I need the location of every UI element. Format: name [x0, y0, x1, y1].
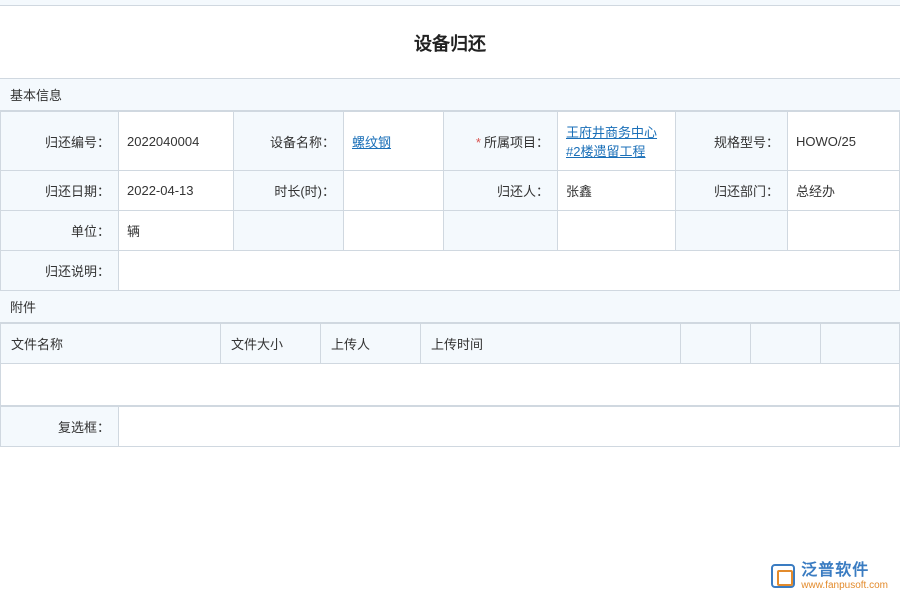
value-project[interactable]: 王府井商务中心 #2楼遗留工程 — [558, 112, 676, 171]
empty-label-2 — [444, 211, 558, 251]
value-returner: 张鑫 — [558, 171, 676, 211]
basic-info-table: 归还编号： 2022040004 设备名称： 螺纹钢 *所属项目： 王府井商务中… — [0, 111, 900, 291]
project-link-line2[interactable]: #2楼遗留工程 — [566, 144, 645, 159]
brand-logo-icon — [771, 564, 795, 588]
col-extra-3 — [821, 324, 900, 364]
col-file-size: 文件大小 — [221, 324, 321, 364]
value-return-date: 2022-04-13 — [119, 171, 234, 211]
col-extra-1 — [681, 324, 751, 364]
checkbox-table: 复选框： — [0, 406, 900, 447]
col-upload-time: 上传时间 — [421, 324, 681, 364]
empty-value-2 — [558, 211, 676, 251]
empty-label-3 — [676, 211, 788, 251]
attachments-empty-row — [1, 364, 900, 406]
label-return-date: 归还日期： — [1, 171, 119, 211]
value-return-dept: 总经办 — [788, 171, 900, 211]
project-link-line1[interactable]: 王府井商务中心 — [566, 125, 657, 140]
label-duration: 时长(时)： — [234, 171, 344, 211]
section-attachments: 附件 — [0, 291, 900, 323]
empty-value-3 — [788, 211, 900, 251]
brand-url: www.fanpusoft.com — [801, 580, 888, 592]
section-basic-info: 基本信息 — [0, 78, 900, 111]
value-return-no: 2022040004 — [119, 112, 234, 171]
col-file-name: 文件名称 — [1, 324, 221, 364]
page-title: 设备归还 — [0, 6, 900, 78]
label-returner: 归还人： — [444, 171, 558, 211]
label-return-dept: 归还部门： — [676, 171, 788, 211]
attachments-table: 文件名称 文件大小 上传人 上传时间 — [0, 323, 900, 406]
label-equip-name: 设备名称： — [234, 112, 344, 171]
required-mark: * — [476, 135, 481, 150]
label-return-no: 归还编号： — [1, 112, 119, 171]
brand-name: 泛普软件 — [801, 561, 888, 580]
label-return-desc: 归还说明： — [1, 251, 119, 291]
label-project: *所属项目： — [444, 112, 558, 171]
label-spec: 规格型号： — [676, 112, 788, 171]
value-spec: HOWO/25 — [788, 112, 900, 171]
label-unit: 单位： — [1, 211, 119, 251]
col-extra-2 — [751, 324, 821, 364]
value-return-desc — [119, 251, 900, 291]
empty-label-1 — [234, 211, 344, 251]
value-duration — [344, 171, 444, 211]
value-checkbox — [119, 407, 900, 447]
label-checkbox: 复选框： — [1, 407, 119, 447]
value-unit: 辆 — [119, 211, 234, 251]
empty-value-1 — [344, 211, 444, 251]
equip-name-link[interactable]: 螺纹钢 — [352, 135, 391, 150]
value-equip-name[interactable]: 螺纹钢 — [344, 112, 444, 171]
watermark: 泛普软件 www.fanpusoft.com — [771, 561, 888, 592]
col-uploader: 上传人 — [321, 324, 421, 364]
